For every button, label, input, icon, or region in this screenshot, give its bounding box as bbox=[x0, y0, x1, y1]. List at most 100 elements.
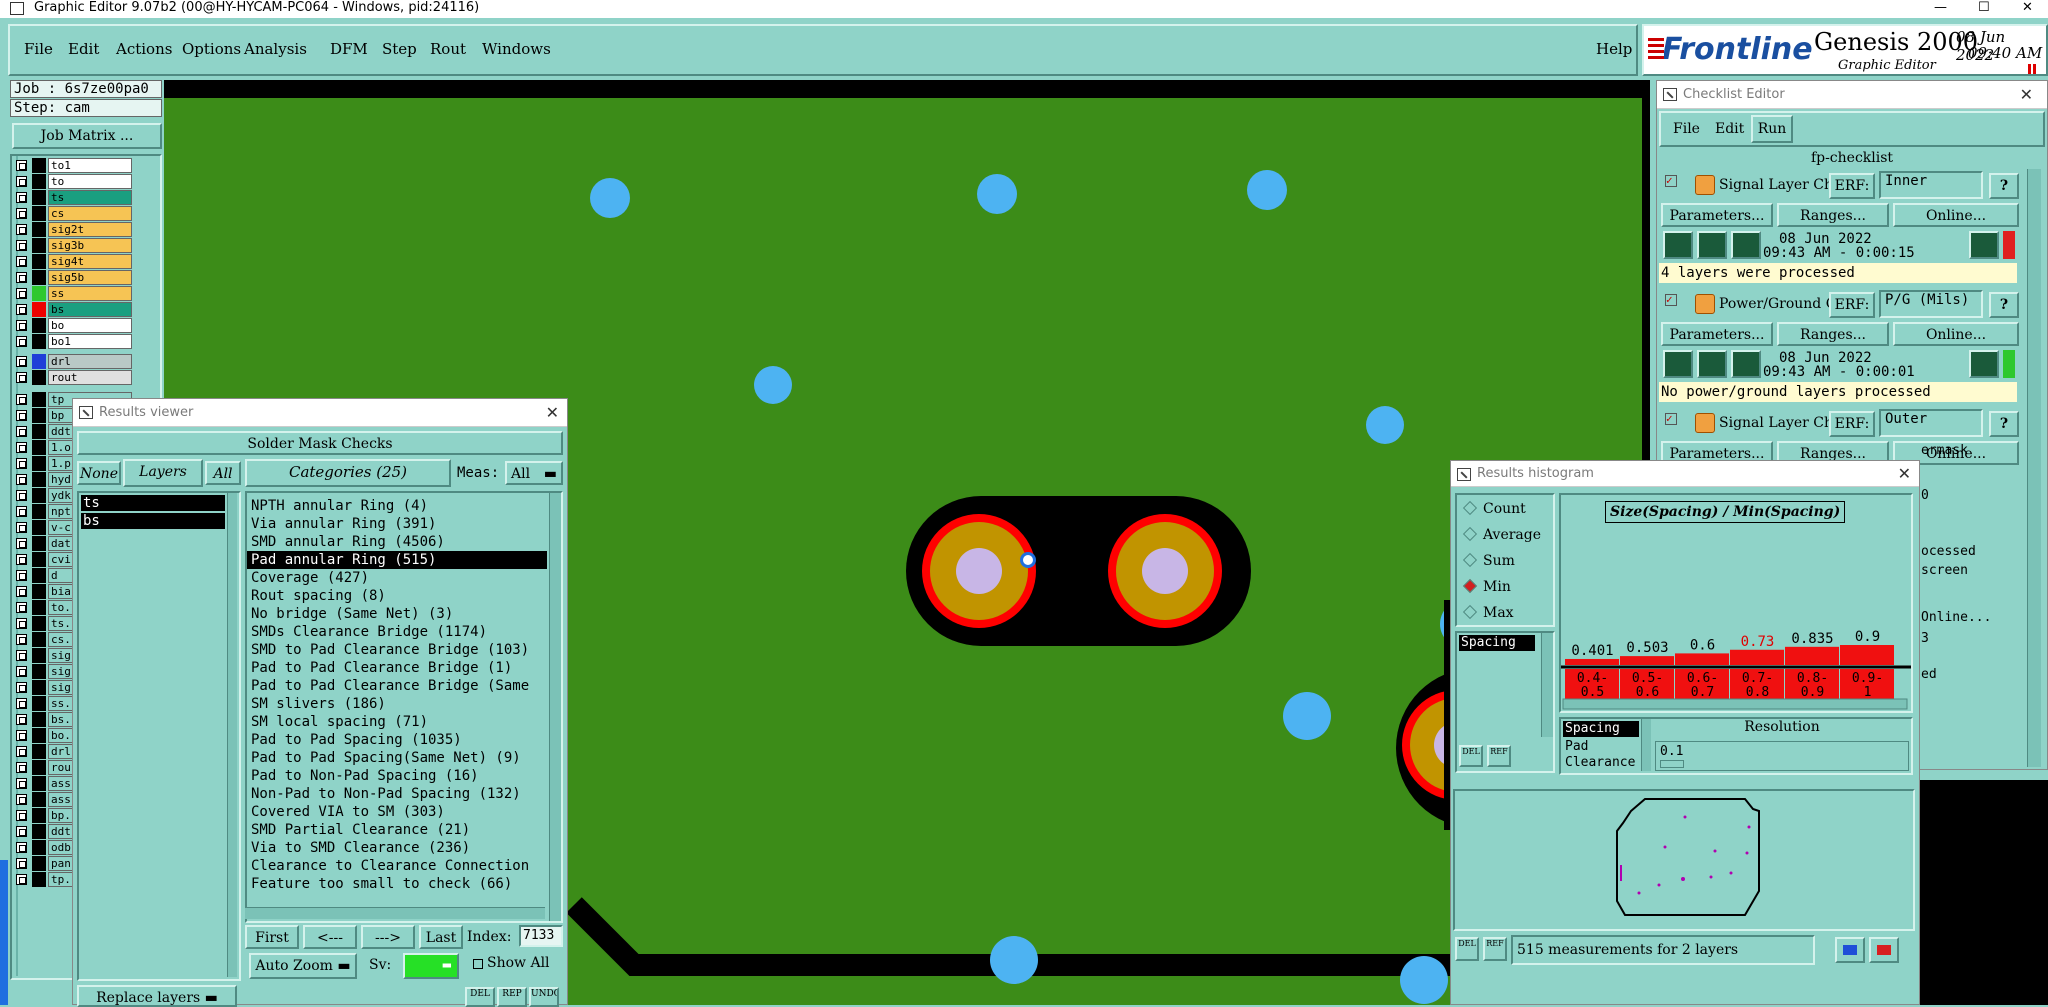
layer-checkbox[interactable] bbox=[16, 224, 27, 235]
erf-value[interactable]: Outer bbox=[1879, 409, 1983, 437]
categories-hscrollbar[interactable] bbox=[245, 907, 545, 919]
layer-checkbox[interactable] bbox=[16, 336, 27, 347]
layer-checkbox[interactable] bbox=[16, 288, 27, 299]
help-button[interactable]: ? bbox=[1989, 411, 2019, 437]
layer-row[interactable]: to bbox=[12, 174, 132, 189]
layer-checkbox[interactable] bbox=[16, 522, 27, 533]
rep-button[interactable]: REP bbox=[497, 987, 527, 1007]
slider-handle[interactable] bbox=[1660, 760, 1684, 768]
category-item[interactable]: SMD Partial Clearance (21) bbox=[247, 821, 547, 839]
run-icon[interactable] bbox=[1731, 350, 1761, 378]
layer-checkbox[interactable] bbox=[16, 192, 27, 203]
layer-name[interactable]: sig3b bbox=[48, 238, 132, 253]
layer-checkbox[interactable] bbox=[16, 426, 27, 437]
mode-radio-average[interactable]: Average bbox=[1462, 526, 1541, 543]
del-button[interactable]: DEL bbox=[1459, 745, 1483, 767]
measure-marker[interactable] bbox=[1020, 552, 1036, 568]
all-button[interactable]: All bbox=[205, 461, 241, 485]
histogram-scrollbar[interactable] bbox=[1562, 698, 1908, 710]
del-button[interactable]: DEL bbox=[1455, 937, 1479, 961]
category-item[interactable]: Pad to Non-Pad Spacing (16) bbox=[247, 767, 547, 785]
category-item[interactable]: Clearance to Clearance Connection bbox=[247, 857, 547, 875]
category-item[interactable]: SMD to Pad Clearance Bridge (103) bbox=[247, 641, 547, 659]
layer-name[interactable]: ss bbox=[48, 286, 132, 301]
layer-checkbox[interactable] bbox=[16, 858, 27, 869]
layer-name[interactable]: drl bbox=[48, 354, 132, 369]
parameters-button[interactable]: Parameters... bbox=[1661, 322, 1773, 346]
erf-button[interactable]: ERF: bbox=[1829, 173, 1875, 199]
layer-checkbox[interactable] bbox=[16, 372, 27, 383]
run-icon[interactable] bbox=[1697, 231, 1727, 259]
minimize-icon[interactable]: — bbox=[1934, 0, 1947, 16]
categories-button[interactable]: Categories (25) bbox=[245, 459, 451, 487]
chart-red-icon-button[interactable] bbox=[1869, 937, 1899, 963]
close-icon[interactable]: ✕ bbox=[2022, 0, 2033, 16]
layer-checkbox[interactable] bbox=[16, 570, 27, 581]
layer-checkbox[interactable] bbox=[16, 730, 27, 741]
checklist-menu-run[interactable]: Run bbox=[1751, 115, 1793, 143]
histogram-bar[interactable] bbox=[1565, 658, 1619, 665]
erf-value[interactable]: Inner bbox=[1879, 171, 1983, 199]
mode-radio-count[interactable]: Count bbox=[1462, 500, 1526, 517]
action-checkbox[interactable]: ✓ bbox=[1665, 413, 1677, 425]
show-all-checkbox[interactable] bbox=[473, 959, 483, 969]
category-item[interactable]: Coverage (427) bbox=[247, 569, 547, 587]
index-input[interactable]: 7133 bbox=[519, 925, 563, 947]
layer-checkbox[interactable] bbox=[16, 618, 27, 629]
run-icon[interactable] bbox=[1663, 231, 1693, 259]
run-icon[interactable] bbox=[1731, 231, 1761, 259]
run-icon[interactable] bbox=[1663, 350, 1693, 378]
measure-item[interactable]: Spacing bbox=[1459, 635, 1535, 651]
sv-color-select[interactable]: ▬ bbox=[403, 953, 459, 979]
layer-checkbox[interactable] bbox=[16, 554, 27, 565]
zoom-icon[interactable] bbox=[1969, 350, 1999, 378]
layer-checkbox[interactable] bbox=[16, 356, 27, 367]
layer-row[interactable]: sig2t bbox=[12, 222, 132, 237]
mode-radio-max[interactable]: Max bbox=[1462, 604, 1514, 621]
measure-scrollbar[interactable] bbox=[1541, 633, 1553, 737]
category-item[interactable]: Pad to Pad Clearance Bridge (1) bbox=[247, 659, 547, 677]
erf-value[interactable]: P/G (Mils) bbox=[1879, 290, 1983, 318]
layer-checkbox[interactable] bbox=[16, 176, 27, 187]
category-item[interactable]: Pad to Pad Spacing(Same Net) (9) bbox=[247, 749, 547, 767]
category-item[interactable]: Rout spacing (8) bbox=[247, 587, 547, 605]
layer-row[interactable]: sig5b bbox=[12, 270, 132, 285]
layer-row[interactable]: bo1 bbox=[12, 334, 132, 349]
menu-windows[interactable]: Windows bbox=[482, 40, 551, 58]
del-button[interactable]: DEL bbox=[465, 987, 495, 1007]
ranges-button[interactable]: Ranges... bbox=[1777, 203, 1889, 227]
menu-options[interactable]: Options bbox=[182, 40, 241, 58]
layer-checkbox[interactable] bbox=[16, 698, 27, 709]
histogram-bar[interactable] bbox=[1730, 649, 1784, 665]
layer-checkbox[interactable] bbox=[16, 682, 27, 693]
layer-row[interactable]: ts bbox=[12, 190, 132, 205]
maximize-icon[interactable]: ☐ bbox=[1978, 0, 1990, 16]
category-item[interactable]: Pad to Pad Spacing (1035) bbox=[247, 731, 547, 749]
layer-checkbox[interactable] bbox=[16, 240, 27, 251]
ranges-button[interactable]: Ranges... bbox=[1777, 322, 1889, 346]
category-item[interactable]: SMD annular Ring (4506) bbox=[247, 533, 547, 551]
layers-scrollbar[interactable] bbox=[227, 493, 237, 977]
zoom-icon[interactable] bbox=[1969, 231, 1999, 259]
layer-checkbox[interactable] bbox=[16, 538, 27, 549]
histogram-bar[interactable] bbox=[1675, 653, 1729, 665]
menu-analysis[interactable]: Analysis bbox=[244, 40, 307, 58]
category-item[interactable]: Pad annular Ring (515) bbox=[247, 551, 547, 569]
layer-checkbox[interactable] bbox=[16, 602, 27, 613]
histogram-bar[interactable] bbox=[1840, 645, 1894, 665]
layer-name[interactable]: rout bbox=[48, 370, 132, 385]
checklist-scrollbar[interactable] bbox=[2027, 169, 2041, 767]
layer-checkbox[interactable] bbox=[16, 506, 27, 517]
layer-row[interactable]: bo bbox=[12, 318, 132, 333]
first-button[interactable]: First bbox=[245, 925, 299, 949]
layer-checkbox[interactable] bbox=[16, 160, 27, 171]
category-item[interactable]: Pad to Pad Clearance Bridge (Same bbox=[247, 677, 547, 695]
menu-step[interactable]: Step bbox=[382, 40, 417, 58]
erf-button[interactable]: ERF: bbox=[1829, 292, 1875, 318]
menu-edit[interactable]: Edit bbox=[68, 40, 99, 58]
erf-button[interactable]: ERF: bbox=[1829, 411, 1875, 437]
category-item[interactable]: NPTH annular Ring (4) bbox=[247, 497, 547, 515]
online-button[interactable]: Online... bbox=[1893, 322, 2019, 346]
auto-zoom-select[interactable]: Auto Zoom ▬ bbox=[249, 953, 357, 979]
category-item[interactable]: No bridge (Same Net) (3) bbox=[247, 605, 547, 623]
